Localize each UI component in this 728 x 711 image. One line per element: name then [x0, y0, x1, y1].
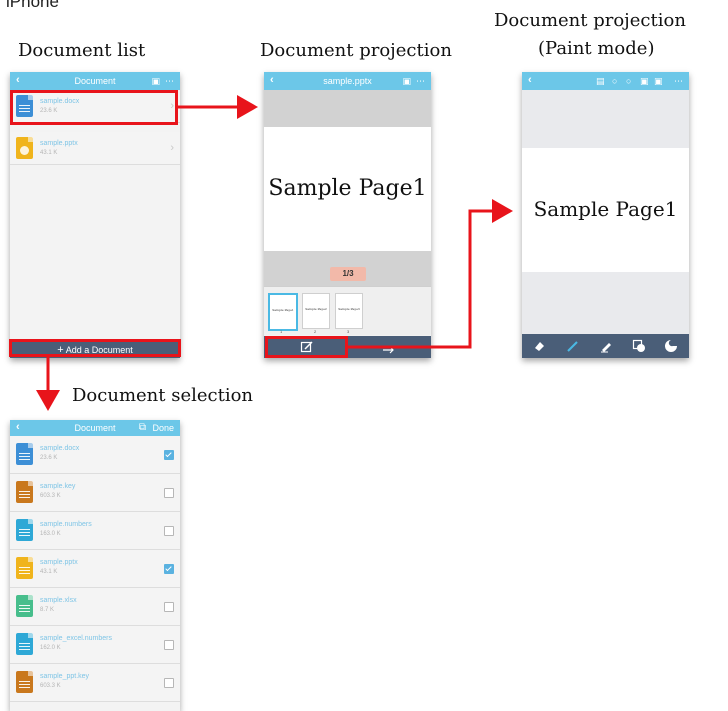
flow-arrows — [36, 95, 513, 411]
arrow-projection-to-paint — [348, 199, 513, 349]
